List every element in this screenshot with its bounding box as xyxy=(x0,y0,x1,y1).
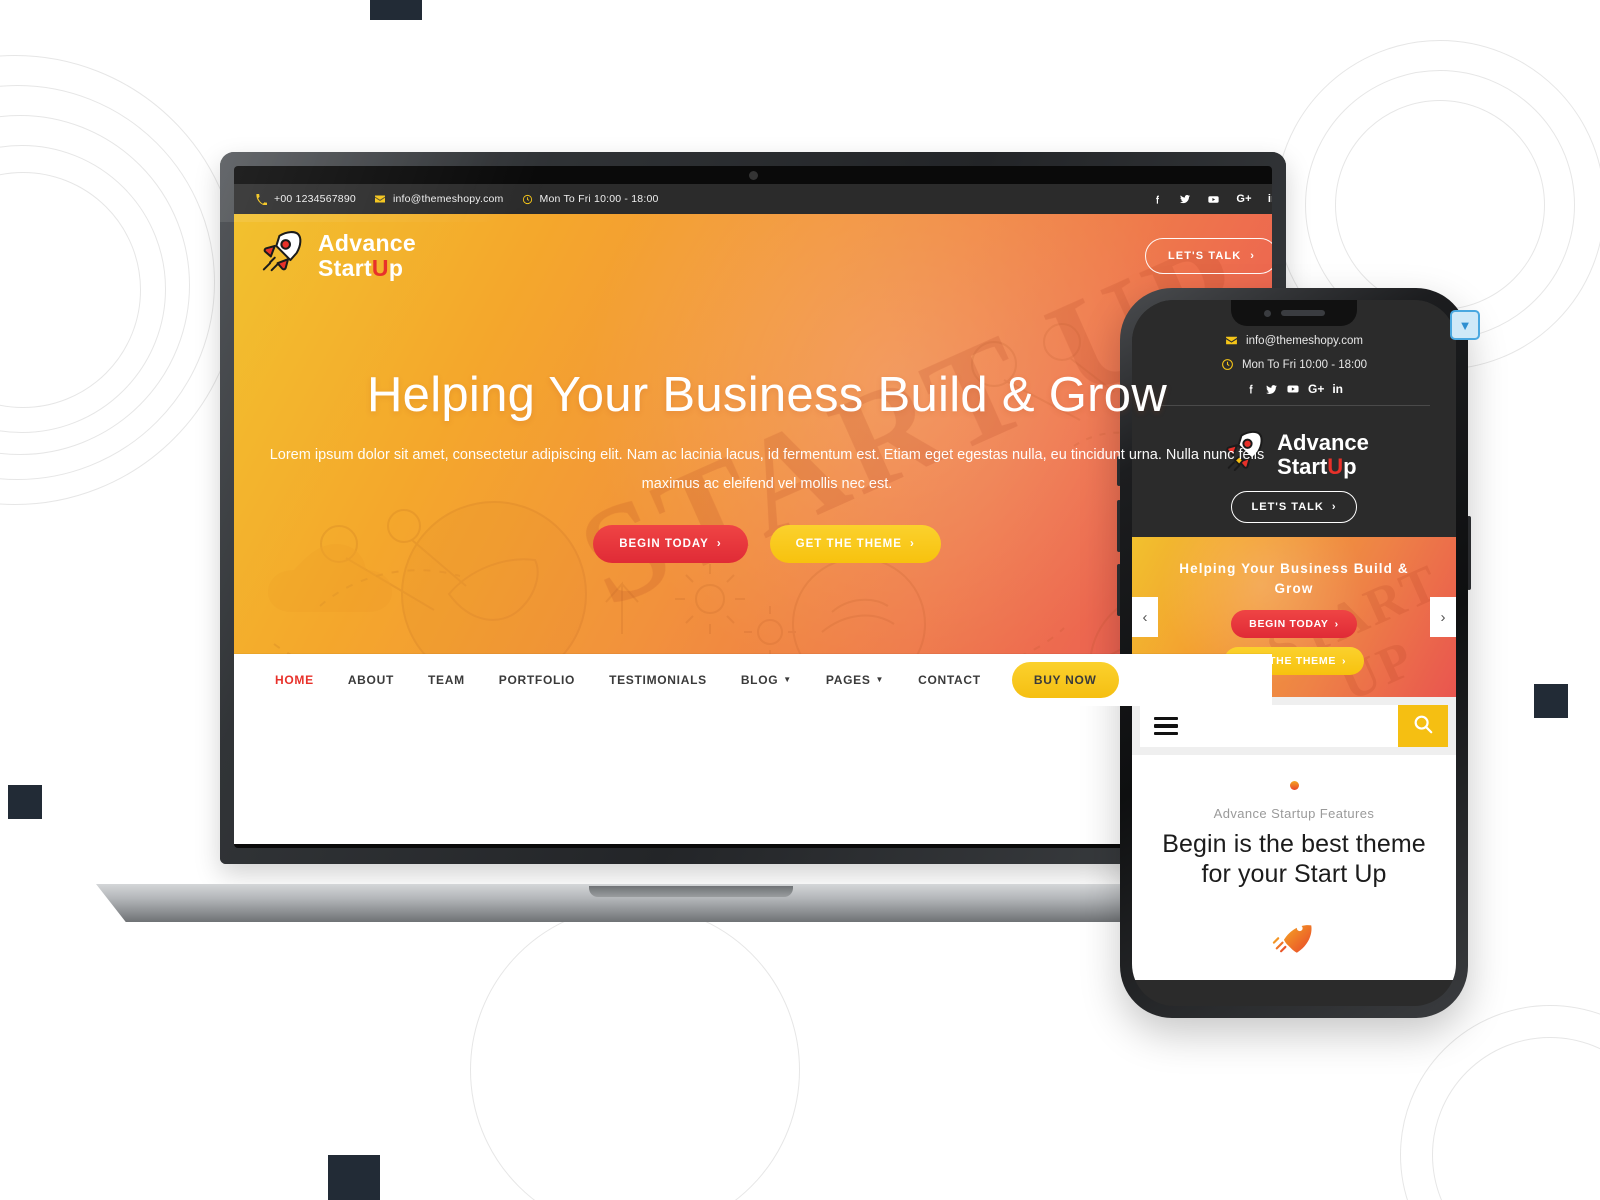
chevron-right-icon: › xyxy=(1342,655,1347,668)
phone-begin-today-label: BEGIN TODAY xyxy=(1249,618,1329,631)
site-logo-text: Advance StartUp xyxy=(318,231,416,279)
phone-speaker-icon xyxy=(1280,310,1325,316)
topbar-social-links: G+ in xyxy=(1152,193,1272,206)
topbar-hours: Mon To Fri 10:00 - 18:00 xyxy=(522,193,659,205)
deco-square-bottom xyxy=(328,1155,380,1200)
chevron-down-icon: ▼ xyxy=(1458,317,1472,333)
deco-square-left xyxy=(8,785,42,819)
phone-logo-text: Advance StartUp xyxy=(1277,429,1369,479)
chevron-right-icon: › xyxy=(1331,501,1337,513)
topbar-hours-text: Mon To Fri 10:00 - 18:00 xyxy=(539,193,659,205)
hero-title: Helping Your Business Build & Grow xyxy=(366,368,1168,422)
nav-item-contact[interactable]: CONTACT xyxy=(901,673,998,687)
chevron-right-icon: › xyxy=(1334,618,1339,631)
phone-camera-icon xyxy=(1263,309,1271,317)
laptop-base-notch xyxy=(589,886,793,897)
nav-item-portfolio[interactable]: PORTFOLIO xyxy=(482,673,592,687)
phone-search-button[interactable] xyxy=(1398,705,1448,747)
chevron-down-icon: ▼ xyxy=(875,675,885,684)
phone-search-input[interactable] xyxy=(1140,705,1398,747)
phone-logo-line-2: StartUp xyxy=(1277,453,1357,479)
hero-cta-group: BEGIN TODAY › GET THE THEME › xyxy=(234,525,1272,563)
deco-square-right xyxy=(1534,684,1568,718)
buy-now-button[interactable]: BUY NOW xyxy=(1011,662,1119,698)
chevron-right-icon: › xyxy=(716,538,722,550)
linkedin-icon[interactable]: in xyxy=(1268,193,1272,205)
download-badge[interactable]: ▼ xyxy=(1450,310,1480,340)
get-the-theme-label: GET THE THEME xyxy=(795,538,902,550)
search-icon xyxy=(1412,713,1434,740)
envelope-icon xyxy=(374,193,386,205)
chevron-down-icon: ▼ xyxy=(783,675,792,684)
phone-hero-title: Helping Your Business Build & Grow xyxy=(1179,561,1409,596)
phone-features-section: Advance Startup Features Begin is the be… xyxy=(1132,755,1456,980)
laptop-mockup: +00 1234567890 info@themeshopy.com Mon T… xyxy=(96,152,1286,922)
lets-talk-label: LET'S TALK xyxy=(1167,249,1242,262)
nav-item-team[interactable]: TEAM xyxy=(411,673,482,687)
screenshot-canvas: +00 1234567890 info@themeshopy.com Mon T… xyxy=(0,0,1600,1200)
twitter-icon[interactable] xyxy=(1179,193,1191,205)
topbar-phone-text: +00 1234567890 xyxy=(274,193,356,205)
rocket-icon xyxy=(256,228,306,283)
hamburger-icon[interactable] xyxy=(1154,716,1178,736)
hero-section: START UP Advance StartUp LET'S TALK › He… xyxy=(234,214,1272,706)
main-navigation: HOME ABOUT TEAM PORTFOLIO TESTIMONIALS B… xyxy=(234,654,1272,706)
linkedin-icon[interactable]: in xyxy=(1332,382,1343,396)
deco-circle-bottom xyxy=(470,905,800,1200)
section-dot-icon xyxy=(1289,781,1299,790)
nav-item-pages[interactable]: PAGES ▼ xyxy=(809,673,901,687)
logo-line-2: StartUp xyxy=(318,254,404,281)
begin-today-label: BEGIN TODAY xyxy=(619,538,709,550)
phone-begin-today-button[interactable]: BEGIN TODAY › xyxy=(1231,610,1357,639)
nav-item-blog[interactable]: BLOG ▼ xyxy=(724,673,809,687)
clock-icon xyxy=(522,194,533,205)
topbar-phone[interactable]: +00 1234567890 xyxy=(256,193,356,205)
features-eyebrow: Advance Startup Features xyxy=(1213,806,1375,821)
laptop-base xyxy=(96,884,1286,922)
phone-icon xyxy=(256,193,267,205)
youtube-icon[interactable] xyxy=(1286,382,1300,396)
chevron-right-icon: › xyxy=(1250,249,1255,262)
deco-square-top xyxy=(370,0,422,20)
lets-talk-button[interactable]: LET'S TALK › xyxy=(1144,237,1272,274)
phone-logo-line-1: Advance xyxy=(1277,429,1369,455)
googleplus-icon[interactable]: G+ xyxy=(1308,382,1324,396)
googleplus-icon[interactable]: G+ xyxy=(1236,193,1251,205)
hero-paragraph: Lorem ipsum dolor sit amet, consectetur … xyxy=(269,447,1265,492)
site-logo[interactable]: Advance StartUp xyxy=(256,228,416,283)
topbar-email[interactable]: info@themeshopy.com xyxy=(374,193,504,205)
deco-circle-right xyxy=(1335,100,1545,310)
nav-item-home[interactable]: HOME xyxy=(258,673,331,687)
get-the-theme-button[interactable]: GET THE THEME › xyxy=(769,525,941,563)
youtube-icon[interactable] xyxy=(1207,193,1220,206)
laptop-screen-area: +00 1234567890 info@themeshopy.com Mon T… xyxy=(234,166,1272,848)
laptop-camera-icon xyxy=(749,171,758,180)
carousel-prev-button[interactable]: ‹ xyxy=(1132,597,1158,637)
carousel-next-button[interactable]: › xyxy=(1430,597,1456,637)
facebook-icon[interactable] xyxy=(1152,194,1163,205)
hero-content: Helping Your Business Build & Grow Lorem… xyxy=(234,283,1272,563)
features-rocket-icon xyxy=(1148,911,1440,962)
site-topbar: +00 1234567890 info@themeshopy.com Mon T… xyxy=(234,184,1272,214)
nav-item-about[interactable]: ABOUT xyxy=(331,673,411,687)
features-title: Begin is the best theme for your Start U… xyxy=(1162,830,1426,888)
phone-notch xyxy=(1231,300,1357,326)
topbar-email-text: info@themeshopy.com xyxy=(392,193,504,205)
website-viewport: +00 1234567890 info@themeshopy.com Mon T… xyxy=(234,184,1272,844)
hero-header: Advance StartUp LET'S TALK › xyxy=(234,214,1272,283)
begin-today-button[interactable]: BEGIN TODAY › xyxy=(593,525,748,563)
chevron-right-icon: › xyxy=(909,538,915,550)
nav-item-testimonials[interactable]: TESTIMONIALS xyxy=(592,673,724,687)
logo-line-1: Advance xyxy=(318,230,416,257)
